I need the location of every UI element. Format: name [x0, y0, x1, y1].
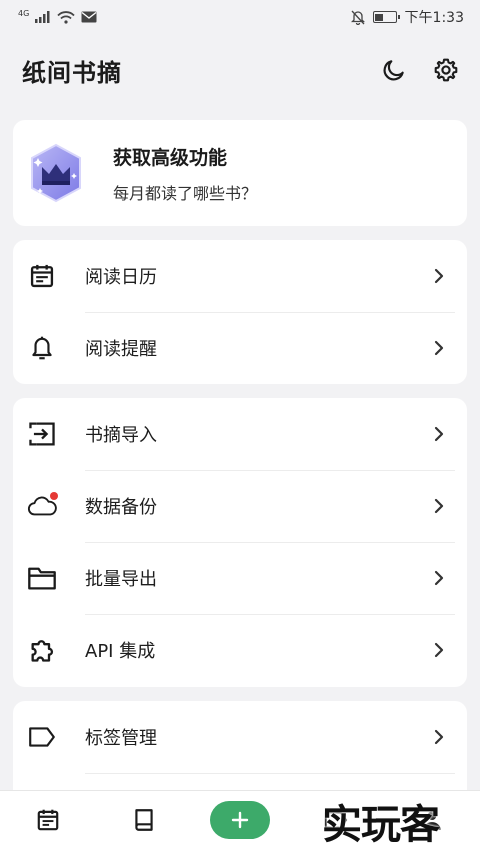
calendar-icon: [37, 809, 59, 831]
folder-icon: [27, 563, 57, 593]
import-icon: [27, 419, 57, 449]
menu-item-reading-calendar[interactable]: 阅读日历: [13, 240, 467, 312]
watermark: 实玩客: [322, 801, 440, 848]
data-group: 书摘导入 数据备份 批量导出 API 集成: [13, 398, 467, 687]
menu-item-import[interactable]: 书摘导入: [13, 398, 467, 470]
bell-off-icon: [350, 10, 365, 25]
gear-icon: [434, 58, 458, 82]
battery-icon: [372, 11, 400, 23]
plus-icon: [231, 811, 249, 829]
book-icon: [135, 809, 153, 831]
bell-icon: [27, 333, 57, 363]
app-header: 纸间书摘: [0, 44, 480, 96]
crown-badge-icon: [31, 143, 81, 203]
menu-item-batch-export[interactable]: 批量导出: [13, 542, 467, 614]
chevron-right-icon: [429, 640, 449, 660]
status-bar: 4G 下午1:33: [0, 0, 480, 34]
dark-mode-button[interactable]: [374, 50, 414, 90]
premium-subtitle: 每月都读了哪些书？: [113, 183, 258, 203]
premium-text: 获取高级功能 每月都读了哪些书？: [113, 143, 257, 204]
chevron-right-icon: [429, 727, 449, 747]
menu-item-label: 数据备份: [85, 497, 157, 518]
signal-icon: [35, 11, 50, 23]
nav-calendar[interactable]: [18, 795, 78, 845]
nav-books[interactable]: [114, 795, 174, 845]
menu-item-label: 书摘导入: [85, 425, 157, 446]
clock: 下午1:33: [404, 10, 464, 26]
divider: [85, 773, 455, 774]
settings-button[interactable]: [426, 50, 466, 90]
reading-group: 阅读日历 阅读提醒: [13, 240, 467, 384]
moon-icon: [383, 60, 404, 81]
chevron-right-icon: [429, 424, 449, 444]
menu-item-backup[interactable]: 数据备份: [13, 470, 467, 542]
status-left: 4G: [18, 8, 97, 24]
mail-icon: [81, 11, 97, 23]
calendar-icon: [27, 261, 57, 291]
chevron-right-icon: [429, 266, 449, 286]
chevron-right-icon: [429, 338, 449, 358]
page-title: 纸间书摘: [22, 58, 122, 87]
add-button[interactable]: [210, 801, 270, 839]
menu-item-label: 标签管理: [85, 728, 157, 749]
wifi-icon: [57, 10, 75, 24]
menu-item-label: 阅读日历: [85, 267, 157, 288]
status-right: 下午1:33: [350, 7, 464, 27]
puzzle-icon: [27, 635, 57, 665]
menu-item-label: 批量导出: [85, 569, 157, 590]
menu-item-api-integration[interactable]: API 集成: [13, 614, 467, 686]
network-type: 4G: [18, 8, 30, 18]
menu-item-label: API 集成: [85, 641, 156, 662]
menu-item-tag-management[interactable]: 标签管理: [13, 701, 467, 773]
cloud-icon: [27, 491, 58, 521]
premium-card[interactable]: 获取高级功能 每月都读了哪些书？: [13, 120, 467, 226]
chevron-right-icon: [429, 568, 449, 588]
nav-add[interactable]: [210, 795, 270, 845]
menu-item-reading-reminder[interactable]: 阅读提醒: [13, 312, 467, 384]
notification-dot: [50, 492, 58, 500]
tag-icon: [27, 722, 57, 752]
premium-title: 获取高级功能: [113, 146, 228, 169]
chevron-right-icon: [429, 496, 449, 516]
menu-item-label: 阅读提醒: [85, 339, 157, 360]
